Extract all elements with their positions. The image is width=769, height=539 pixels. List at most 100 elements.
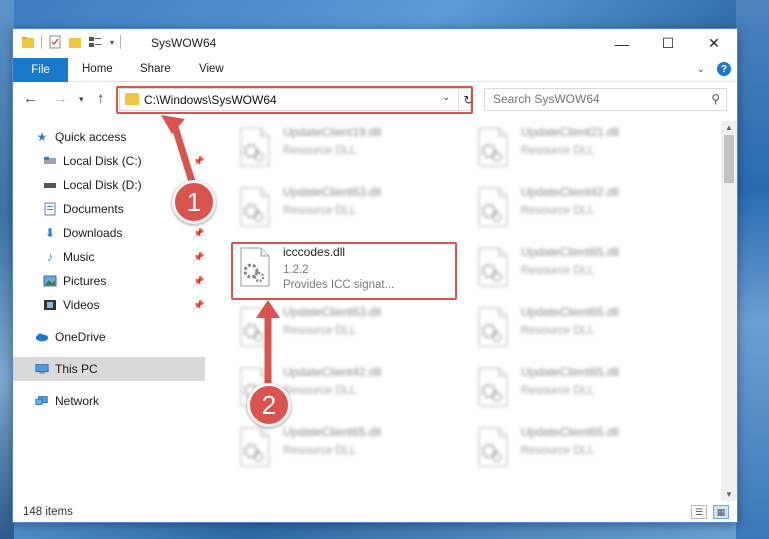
chevron-down-icon[interactable]: ▾ — [110, 38, 114, 47]
file-description: Resource DLL — [283, 205, 357, 217]
window-title: SysWOW64 — [151, 36, 217, 50]
recent-locations-icon[interactable]: ▾ — [79, 94, 84, 105]
file-description: Resource DLL — [283, 445, 357, 457]
back-arrow-icon[interactable]: ← — [23, 90, 38, 107]
star-icon: ★ — [36, 130, 48, 144]
pin-icon[interactable]: 📌 — [193, 252, 204, 263]
sidebar-item-videos[interactable]: Videos 📌 — [13, 293, 205, 317]
pin-icon[interactable]: 📌 — [193, 276, 204, 287]
sidebar-item-label: Videos — [63, 298, 100, 312]
sidebar-item-music[interactable]: ♪ Music 📌 — [13, 245, 205, 269]
computer-icon — [35, 362, 49, 376]
tab-home[interactable]: Home — [82, 63, 113, 75]
sidebar-item-pictures[interactable]: Pictures 📌 — [13, 269, 205, 293]
sidebar-item-label: Local Disk (D:) — [63, 178, 142, 192]
dll-file-icon — [478, 367, 508, 407]
sidebar-item-onedrive[interactable]: OneDrive — [13, 325, 205, 349]
forward-arrow-icon[interactable]: → — [53, 90, 68, 107]
film-strip-icon — [43, 298, 57, 312]
tab-view[interactable]: View — [199, 63, 224, 75]
sidebar-item-label: Downloads — [63, 226, 123, 240]
help-icon[interactable]: ? — [717, 62, 731, 76]
vertical-scrollbar[interactable]: ▲ ▼ — [721, 121, 737, 501]
drive-icon — [43, 154, 57, 168]
sidebar-item-label: Network — [55, 394, 100, 408]
pin-icon[interactable]: 📌 — [193, 156, 204, 167]
window-controls: — ☐ ✕ — [599, 29, 737, 58]
file-description: Resource DLL — [521, 145, 595, 157]
search-box[interactable]: ⚲ — [484, 88, 727, 111]
sidebar-item-label: Quick access — [55, 130, 127, 144]
dll-file-icon — [240, 307, 270, 347]
title-bar: ▾ SysWOW64 — ☐ ✕ — [13, 29, 737, 58]
file-tile[interactable]: UpdateClient65.dll Resource DLL — [471, 361, 691, 413]
view-options-icon[interactable] — [88, 35, 104, 49]
navigation-pane: ★ Quick access Local Disk (C:) 📌 Local D… — [13, 121, 205, 501]
file-list: UpdateClient19.dll Resource DLL UpdateClie… — [211, 121, 721, 501]
file-name: UpdateClient42.dll — [521, 185, 620, 199]
scrollbar-thumb[interactable] — [724, 135, 734, 183]
file-tile[interactable]: UpdateClient63.dll Resource DLL — [233, 181, 453, 233]
dll-file-icon — [478, 427, 508, 467]
quick-access-toolbar: ▾ — [21, 35, 122, 49]
sidebar-item-network[interactable]: Network — [13, 389, 205, 413]
desktop-background-right — [736, 0, 769, 539]
file-tile[interactable]: UpdateClient65.dll Resource DLL — [471, 301, 691, 353]
file-tile[interactable]: UpdateClient65.dll Resource DLL — [471, 241, 691, 293]
file-description: Resource DLL — [521, 265, 595, 277]
sidebar-item-local-disk-c[interactable]: Local Disk (C:) 📌 — [13, 149, 205, 173]
tab-file[interactable]: File — [13, 58, 68, 82]
sidebar-item-quick-access[interactable]: ★ Quick access — [13, 125, 205, 149]
file-description: Resource DLL — [283, 325, 357, 337]
sidebar-item-downloads[interactable]: ⬇ Downloads 📌 — [13, 221, 205, 245]
status-bar: 148 items ☰ ▦ — [13, 502, 737, 524]
file-tile[interactable]: UpdateClient65.dll Resource DLL — [233, 421, 453, 473]
file-name: UpdateClient65.dll — [521, 305, 620, 319]
search-icon[interactable]: ⚲ — [711, 92, 720, 106]
file-tile[interactable]: UpdateClient19.dll Resource DLL — [233, 121, 453, 173]
file-name: UpdateClient63.dll — [283, 185, 382, 199]
file-name: UpdateClient63.dll — [283, 305, 382, 319]
scroll-down-icon[interactable]: ▼ — [725, 490, 733, 499]
dll-file-icon — [240, 427, 270, 467]
file-description: Resource DLL — [521, 325, 595, 337]
expand-ribbon-icon[interactable]: ⌄ — [697, 64, 705, 75]
sidebar-item-label: Music — [63, 250, 95, 264]
properties-icon[interactable] — [48, 35, 62, 49]
file-tile[interactable]: UpdateClient42.dll Resource DLL — [471, 181, 691, 233]
file-tile[interactable]: UpdateClient63.dll Resource DLL — [233, 301, 453, 353]
search-input[interactable] — [493, 92, 693, 106]
file-description: Resource DLL — [283, 145, 357, 157]
toolbar-separator — [41, 35, 42, 49]
file-name: UpdateClient19.dll — [283, 125, 382, 139]
network-icon — [35, 394, 49, 408]
pin-icon[interactable]: 📌 — [193, 228, 204, 239]
ribbon: File Home Share View ⌄ ? — [13, 58, 737, 82]
sidebar-item-this-pc[interactable]: This PC — [13, 357, 205, 381]
sidebar-item-label: OneDrive — [55, 330, 106, 344]
item-count: 148 items — [23, 506, 73, 518]
sidebar-item-label: Local Disk (C:) — [63, 154, 142, 168]
dll-file-icon — [478, 247, 508, 287]
file-tile[interactable]: UpdateClient65.dll Resource DLL — [471, 421, 691, 473]
maximize-button[interactable]: ☐ — [645, 29, 691, 58]
file-name: UpdateClient42.dll — [283, 365, 382, 379]
folder-icon[interactable] — [21, 35, 35, 49]
cloud-icon — [35, 330, 49, 344]
file-description: Resource DLL — [283, 385, 357, 397]
pin-icon[interactable]: 📌 — [193, 300, 204, 311]
dll-file-icon — [240, 127, 270, 167]
tiles-view-icon[interactable]: ▦ — [713, 505, 729, 519]
details-view-icon[interactable]: ☰ — [691, 505, 707, 519]
file-highlight-box — [231, 242, 457, 300]
file-description: Resource DLL — [521, 385, 595, 397]
file-tile[interactable]: UpdateClient21.dll Resource DLL — [471, 121, 691, 173]
sidebar-item-label: Documents — [63, 202, 124, 216]
new-folder-icon[interactable] — [68, 35, 82, 49]
up-arrow-icon[interactable]: ↑ — [97, 90, 105, 107]
close-button[interactable]: ✕ — [691, 29, 737, 58]
tab-share[interactable]: Share — [140, 63, 171, 75]
step-badge-1: 1 — [172, 180, 216, 224]
minimize-button[interactable]: — — [599, 29, 645, 58]
scroll-up-icon[interactable]: ▲ — [725, 123, 733, 132]
